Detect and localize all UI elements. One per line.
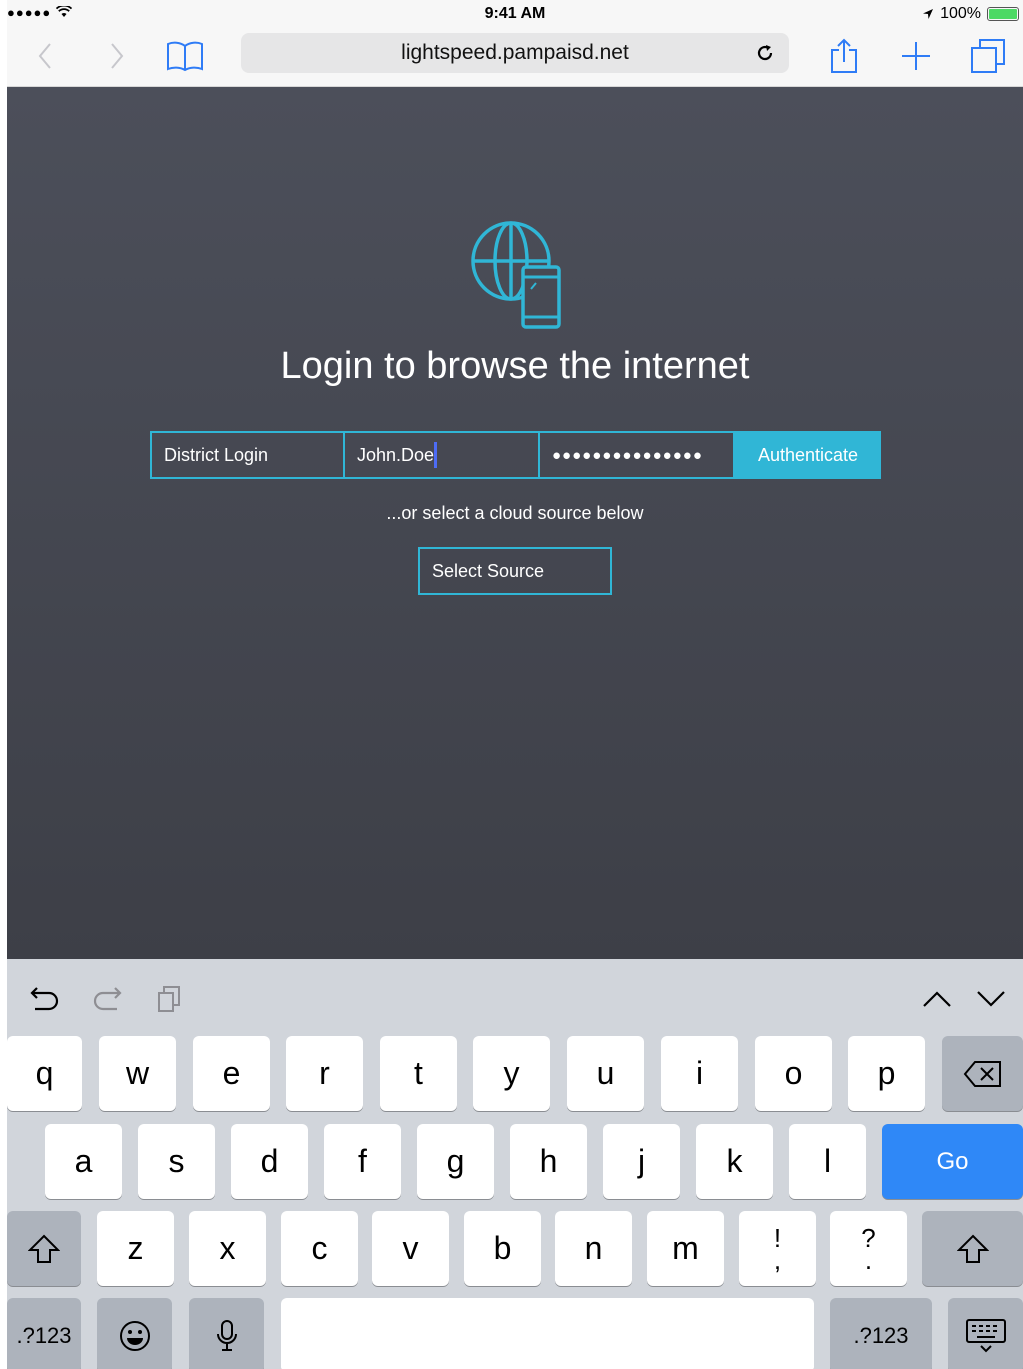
- district-login-label: District Login: [164, 444, 269, 465]
- shift-icon: [956, 1234, 989, 1263]
- book-icon: [167, 41, 203, 72]
- key-c[interactable]: c: [281, 1211, 358, 1286]
- clipboard-icon: [158, 986, 180, 1012]
- key-u[interactable]: u: [567, 1036, 644, 1111]
- chevron-right-icon: [111, 43, 124, 69]
- shift-key-left[interactable]: [7, 1211, 81, 1286]
- redo-button[interactable]: [89, 981, 125, 1017]
- key-l[interactable]: l: [789, 1124, 866, 1199]
- key-d[interactable]: d: [231, 1124, 308, 1199]
- key-w[interactable]: w: [99, 1036, 176, 1111]
- shift-key-right[interactable]: [922, 1211, 1023, 1286]
- numbers-key-left[interactable]: .?123: [7, 1298, 81, 1369]
- key-question-period[interactable]: ? .: [830, 1211, 907, 1286]
- clock: 9:41 AM: [484, 5, 546, 22]
- key-j[interactable]: j: [603, 1124, 680, 1199]
- status-bar: ●●●●● 9:41 AM 100%: [7, 0, 1023, 28]
- key-x[interactable]: x: [189, 1211, 266, 1286]
- bookmarks-button[interactable]: [165, 36, 205, 76]
- key-s[interactable]: s: [138, 1124, 215, 1199]
- address-bar[interactable]: lightspeed.pampaisd.net: [241, 33, 789, 73]
- key-b[interactable]: b: [464, 1211, 541, 1286]
- keyboard-dismiss-icon: [965, 1318, 1006, 1352]
- plus-icon: [902, 42, 930, 70]
- key-k[interactable]: k: [696, 1124, 773, 1199]
- ipad-screen: ●●●●● 9:41 AM 100% lightspeed.pampaisd.n…: [7, 0, 1023, 1369]
- reload-button[interactable]: [747, 35, 783, 71]
- district-login-select[interactable]: District Login: [150, 431, 345, 479]
- chevron-left-icon: [38, 43, 51, 69]
- key-m[interactable]: m: [647, 1211, 724, 1286]
- previous-field-button[interactable]: [919, 981, 955, 1017]
- key-q[interactable]: q: [7, 1036, 82, 1111]
- microphone-icon: [216, 1319, 237, 1351]
- browser-toolbar: lightspeed.pampaisd.net: [7, 28, 1023, 87]
- chevron-up-icon: [923, 991, 951, 1007]
- delete-key[interactable]: [942, 1036, 1023, 1111]
- next-field-button[interactable]: [973, 981, 1009, 1017]
- key-a[interactable]: a: [45, 1124, 122, 1199]
- text-caret: [434, 442, 438, 468]
- url-text: lightspeed.pampaisd.net: [401, 41, 629, 64]
- onscreen-keyboard: q w e r t y u i o p a s d f g h j k l Go…: [7, 959, 1023, 1369]
- password-input[interactable]: ●●●●●●●●●●●●●●●: [540, 431, 735, 479]
- key-y[interactable]: y: [473, 1036, 550, 1111]
- key-exclamation-comma[interactable]: ! ,: [739, 1211, 816, 1286]
- new-tab-button[interactable]: [896, 36, 936, 76]
- redo-icon: [93, 987, 122, 1011]
- go-key[interactable]: Go: [882, 1124, 1023, 1199]
- space-key[interactable]: [281, 1298, 814, 1369]
- key-comma-label: ,: [773, 1244, 782, 1275]
- keyboard-shortcut-bar: [7, 959, 1023, 1035]
- authenticate-button[interactable]: Authenticate: [735, 431, 881, 479]
- reload-icon: [757, 45, 773, 61]
- share-icon: [831, 38, 857, 73]
- hide-keyboard-key[interactable]: [948, 1298, 1023, 1369]
- numbers-key-right[interactable]: .?123: [830, 1298, 932, 1369]
- backspace-icon: [963, 1060, 1001, 1087]
- location-arrow-icon: [923, 9, 934, 19]
- share-button[interactable]: [824, 36, 864, 76]
- key-f[interactable]: f: [324, 1124, 401, 1199]
- emoji-icon: [119, 1320, 150, 1351]
- web-page: Login to browse the internet District Lo…: [7, 87, 1023, 959]
- key-n[interactable]: n: [555, 1211, 632, 1286]
- username-input[interactable]: John.Doe: [345, 431, 540, 479]
- username-value: John.Doe: [357, 444, 435, 465]
- cloud-source-hint: ...or select a cloud source below: [386, 503, 644, 523]
- key-r[interactable]: r: [286, 1036, 363, 1111]
- key-o[interactable]: o: [755, 1036, 832, 1111]
- globe-device-icon: [471, 221, 561, 329]
- emoji-key[interactable]: [97, 1298, 172, 1369]
- dictation-key[interactable]: [189, 1298, 264, 1369]
- key-period-label: .: [864, 1244, 873, 1275]
- key-h[interactable]: h: [510, 1124, 587, 1199]
- tabs-button[interactable]: [968, 36, 1008, 76]
- undo-button[interactable]: [27, 981, 63, 1017]
- forward-button[interactable]: [97, 36, 137, 76]
- key-t[interactable]: t: [380, 1036, 457, 1111]
- key-e[interactable]: e: [193, 1036, 270, 1111]
- key-g[interactable]: g: [417, 1124, 494, 1199]
- paste-button[interactable]: [151, 981, 187, 1017]
- select-source-button[interactable]: Select Source: [418, 547, 612, 595]
- shift-icon: [28, 1234, 60, 1263]
- select-source-label: Select Source: [432, 560, 545, 581]
- key-p[interactable]: p: [848, 1036, 925, 1111]
- battery-percent: 100%: [940, 5, 981, 22]
- tabs-icon: [971, 39, 1005, 73]
- key-z[interactable]: z: [97, 1211, 174, 1286]
- key-v[interactable]: v: [372, 1211, 449, 1286]
- battery-icon: [987, 7, 1019, 21]
- undo-icon: [30, 987, 59, 1011]
- key-i[interactable]: i: [661, 1036, 738, 1111]
- status-right: 100%: [922, 5, 1019, 23]
- login-form: District Login John.Doe ●●●●●●●●●●●●●●● …: [150, 431, 881, 479]
- back-button[interactable]: [25, 36, 65, 76]
- chevron-down-icon: [977, 991, 1005, 1007]
- page-title: Login to browse the internet: [280, 345, 750, 387]
- password-value: ●●●●●●●●●●●●●●●: [552, 446, 703, 464]
